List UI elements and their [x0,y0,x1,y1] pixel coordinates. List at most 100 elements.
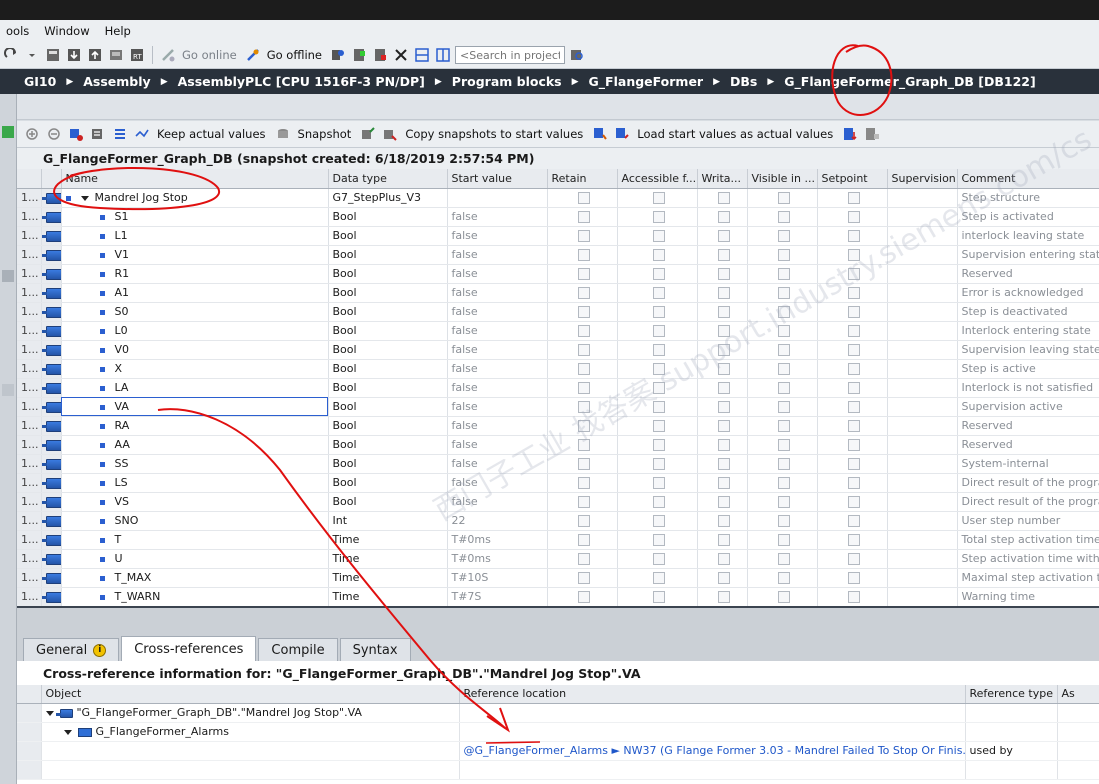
collapse-icon[interactable] [80,195,89,201]
row-data-type[interactable]: Bool [328,378,448,398]
retain-checkbox[interactable] [547,321,618,341]
row-data-type[interactable]: Time [328,587,448,606]
row-start-value[interactable]: false [447,416,548,436]
visible-checkbox[interactable] [747,302,818,322]
row-start-value[interactable]: false [447,378,548,398]
visible-checkbox[interactable] [747,359,818,379]
insert-row-icon[interactable] [23,125,41,143]
expand-all-icon[interactable] [67,125,85,143]
row-supervision[interactable] [887,321,958,341]
row-data-type[interactable]: Bool [328,283,448,303]
xref-reference-location[interactable]: @G_FlangeFormer_Alarms ► NW37 (G Flange … [459,741,966,761]
simulation-icon[interactable] [107,46,125,64]
row-name[interactable]: T_MAX [61,568,329,588]
upload-from-device-icon[interactable] [86,46,104,64]
accessible-checkbox[interactable] [617,359,698,379]
row-supervision[interactable] [887,340,958,360]
setpoint-checkbox[interactable] [817,549,888,569]
copy-snapshots-button[interactable]: Copy snapshots to start values [403,127,587,141]
row-comment[interactable]: Supervision active [957,397,1099,417]
row-start-value[interactable]: false [447,264,548,284]
collapse-icon[interactable] [63,729,72,735]
tab-compile[interactable]: Compile [258,638,338,661]
breadcrumb-program-blocks[interactable]: Program blocks [452,74,562,89]
runtime-icon[interactable]: RT [128,46,146,64]
accessible-checkbox[interactable] [617,207,698,227]
visible-checkbox[interactable] [747,435,818,455]
row-data-type[interactable]: Bool [328,397,448,417]
breadcrumb-plc[interactable]: AssemblyPLC [CPU 1516F-3 PN/DP] [178,74,425,89]
writable-checkbox[interactable] [697,264,748,284]
setpoint-checkbox[interactable] [817,245,888,265]
row-name[interactable]: LS [61,473,329,493]
row-name[interactable]: LA [61,378,329,398]
setpoint-checkbox[interactable] [817,568,888,588]
split-horizontal-icon[interactable] [413,46,431,64]
row-data-type[interactable]: Bool [328,454,448,474]
table-row[interactable]: 1... RA Bool false Reserved [17,416,1099,436]
table-row[interactable]: 1... S0 Bool false Step is deactivated [17,302,1099,322]
writable-checkbox[interactable] [697,378,748,398]
retain-checkbox[interactable] [547,549,618,569]
row-start-value[interactable]: false [447,454,548,474]
header-supervision[interactable]: Supervision [887,169,958,189]
accessible-checkbox[interactable] [617,245,698,265]
row-comment[interactable]: interlock leaving state [957,226,1099,246]
header-start-value[interactable]: Start value [447,169,548,189]
row-supervision[interactable] [887,473,958,493]
dock-scroll-icon[interactable] [2,270,14,282]
retain-checkbox[interactable] [547,226,618,246]
setpoint-checkbox[interactable] [817,587,888,606]
breadcrumb-dbs[interactable]: DBs [730,74,757,89]
row-supervision[interactable] [887,549,958,569]
accessible-checkbox[interactable] [617,435,698,455]
row-start-value[interactable] [447,188,548,208]
row-comment[interactable]: User step number [957,511,1099,531]
settings-list-icon[interactable] [111,125,129,143]
retain-checkbox[interactable] [547,302,618,322]
row-comment[interactable]: Supervision leaving state [957,340,1099,360]
setpoint-checkbox[interactable] [817,283,888,303]
menu-tools[interactable]: ools [0,24,38,38]
visible-checkbox[interactable] [747,473,818,493]
redo-icon[interactable] [2,46,20,64]
row-start-value[interactable]: false [447,245,548,265]
table-row[interactable]: 1... VS Bool false Direct result of the prog… [17,492,1099,512]
row-start-value[interactable]: false [447,435,548,455]
split-vertical-icon[interactable] [434,46,452,64]
setpoint-checkbox[interactable] [817,397,888,417]
xref-header-type[interactable]: Reference type [965,685,1058,704]
visible-checkbox[interactable] [747,549,818,569]
row-name[interactable]: SS [61,454,329,474]
row-data-type[interactable]: Bool [328,473,448,493]
header-data-type[interactable]: Data type [328,169,448,189]
row-data-type[interactable]: Bool [328,492,448,512]
row-name[interactable]: T [61,530,329,550]
menu-window[interactable]: Window [38,24,98,38]
writable-checkbox[interactable] [697,302,748,322]
visible-checkbox[interactable] [747,321,818,341]
row-supervision[interactable] [887,359,958,379]
xref-object-root[interactable]: "G_FlangeFormer_Graph_DB"."Mandrel Jog S… [41,703,460,723]
dock-status-icon[interactable] [2,126,14,138]
accessible-checkbox[interactable] [617,264,698,284]
breadcrumb-flangeformer[interactable]: G_FlangeFormer [589,74,704,89]
setpoint-checkbox[interactable] [817,378,888,398]
setpoint-checkbox[interactable] [817,226,888,246]
retain-checkbox[interactable] [547,568,618,588]
row-supervision[interactable] [887,302,958,322]
keep-actual-values-button[interactable]: Keep actual values [155,127,270,141]
xref-row-reference[interactable]: @G_FlangeFormer_Alarms ► NW37 (G Flange … [17,741,1099,761]
table-row[interactable]: 1... Mandrel Jog Stop G7_StepPlus_V3 Step s… [17,188,1099,208]
row-supervision[interactable] [887,435,958,455]
row-name[interactable]: L0 [61,321,329,341]
accessible-checkbox[interactable] [617,492,698,512]
row-start-value[interactable]: false [447,207,548,227]
accessible-checkbox[interactable] [617,416,698,436]
writable-checkbox[interactable] [697,245,748,265]
retain-checkbox[interactable] [547,454,618,474]
row-supervision[interactable] [887,188,958,208]
accessible-checkbox[interactable] [617,283,698,303]
writable-checkbox[interactable] [697,473,748,493]
row-data-type[interactable]: Bool [328,416,448,436]
